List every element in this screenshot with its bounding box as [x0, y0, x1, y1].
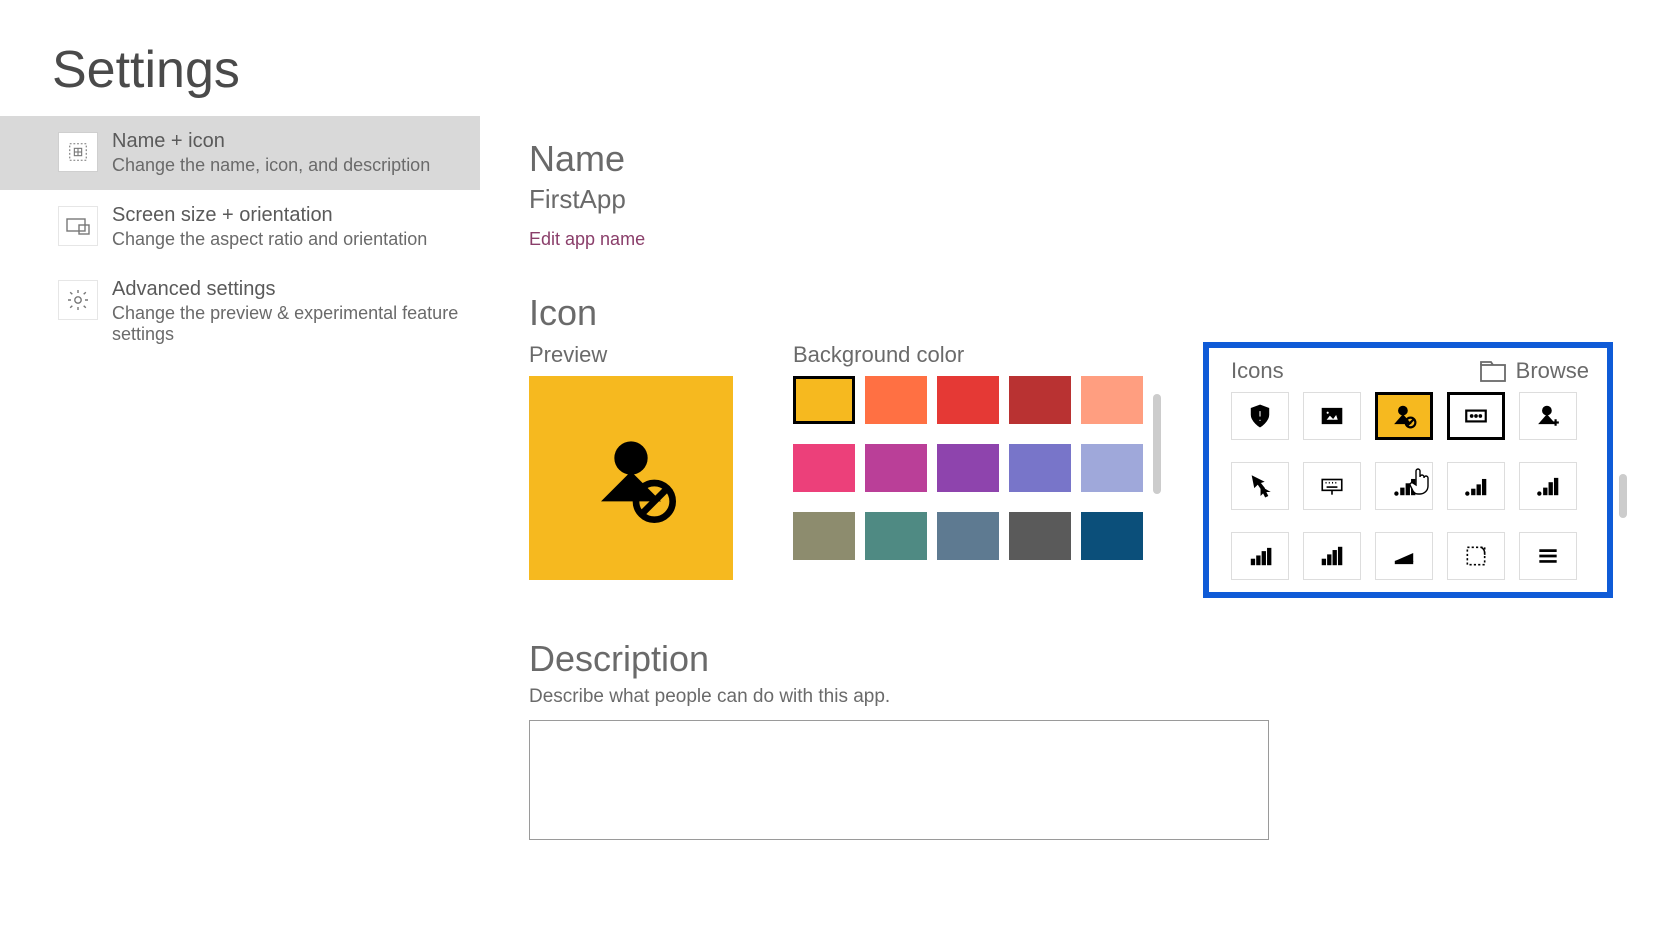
edit-app-name-link[interactable]: Edit app name: [529, 229, 645, 250]
scanner-icon[interactable]: [1375, 532, 1433, 580]
bars-2-icon[interactable]: [1447, 462, 1505, 510]
bg-color-swatch[interactable]: [865, 512, 927, 560]
bg-color-swatch[interactable]: [865, 444, 927, 492]
app-name-value: FirstApp: [529, 184, 1640, 215]
bg-color-scrollbar[interactable]: [1153, 394, 1161, 494]
card-icon[interactable]: [1447, 392, 1505, 440]
bg-color-label: Background color: [793, 342, 1143, 368]
sidebar-item-title: Name + icon: [112, 130, 430, 153]
sidebar-item-title: Screen size + orientation: [112, 204, 427, 227]
icon-section: Icon Preview Background color: [529, 292, 1640, 598]
bg-color-swatch[interactable]: [1081, 376, 1143, 424]
icon-preview-column: Preview: [529, 342, 733, 580]
bars-4-icon[interactable]: [1231, 532, 1289, 580]
keyboard-icon[interactable]: [1303, 462, 1361, 510]
shield-alert-icon[interactable]: [1231, 392, 1289, 440]
bg-color-swatch[interactable]: [937, 512, 999, 560]
description-hint: Describe what people can do with this ap…: [529, 686, 1640, 708]
bg-color-swatch[interactable]: [793, 376, 855, 424]
bg-color-swatch[interactable]: [937, 376, 999, 424]
settings-content: Name FirstApp Edit app name Icon Preview: [480, 116, 1680, 845]
bg-color-swatch[interactable]: [793, 512, 855, 560]
preview-label: Preview: [529, 342, 733, 368]
user-block-icon: [581, 428, 681, 528]
cursor-click-icon[interactable]: [1231, 462, 1289, 510]
icons-label: Icons: [1231, 358, 1284, 384]
grid-icon: [58, 132, 98, 172]
icons-panel: Icons Browse: [1203, 342, 1613, 598]
bars-5-icon[interactable]: [1303, 532, 1361, 580]
description-heading: Description: [529, 638, 1640, 680]
sidebar-item-advanced[interactable]: Advanced settings Change the preview & e…: [0, 264, 480, 359]
icon-heading: Icon: [529, 292, 1640, 334]
menu-lines-icon[interactable]: [1519, 532, 1577, 580]
bars-1-icon[interactable]: [1375, 462, 1433, 510]
screen-icon: [58, 206, 98, 246]
bg-color-swatch[interactable]: [1009, 512, 1071, 560]
bg-color-grid: [793, 376, 1143, 560]
select-dashed-icon[interactable]: [1447, 532, 1505, 580]
settings-sidebar: Name + icon Change the name, icon, and d…: [0, 116, 480, 845]
bars-3-icon[interactable]: [1519, 462, 1577, 510]
bg-color-swatch[interactable]: [793, 444, 855, 492]
user-block-icon[interactable]: [1375, 392, 1433, 440]
sidebar-item-sub: Change the preview & experimental featur…: [112, 303, 462, 345]
browse-button[interactable]: Browse: [1480, 358, 1589, 384]
page-title: Settings: [0, 0, 1680, 116]
bg-color-swatch[interactable]: [1081, 444, 1143, 492]
bg-color-swatch[interactable]: [937, 444, 999, 492]
sidebar-item-screen-size[interactable]: Screen size + orientation Change the asp…: [0, 190, 480, 264]
bg-color-swatch[interactable]: [1081, 512, 1143, 560]
description-input[interactable]: [529, 720, 1269, 840]
background-color-column: Background color: [793, 342, 1143, 560]
folder-icon: [1480, 360, 1506, 382]
sidebar-item-sub: Change the aspect ratio and orientation: [112, 229, 427, 250]
description-section: Description Describe what people can do …: [529, 638, 1640, 845]
user-add-icon[interactable]: [1519, 392, 1577, 440]
icons-scrollbar[interactable]: [1619, 474, 1627, 518]
name-heading: Name: [529, 138, 1640, 180]
name-section: Name FirstApp Edit app name: [529, 138, 1640, 250]
sidebar-item-name-icon[interactable]: Name + icon Change the name, icon, and d…: [0, 116, 480, 190]
picture-swap-icon[interactable]: [1303, 392, 1361, 440]
icon-preview: [529, 376, 733, 580]
sidebar-item-sub: Change the name, icon, and description: [112, 155, 430, 176]
bg-color-swatch[interactable]: [1009, 444, 1071, 492]
sidebar-item-title: Advanced settings: [112, 278, 462, 301]
browse-label: Browse: [1516, 358, 1589, 384]
bg-color-swatch[interactable]: [1009, 376, 1071, 424]
bg-color-swatch[interactable]: [865, 376, 927, 424]
icon-picker-grid: [1231, 392, 1589, 580]
gear-icon: [58, 280, 98, 320]
